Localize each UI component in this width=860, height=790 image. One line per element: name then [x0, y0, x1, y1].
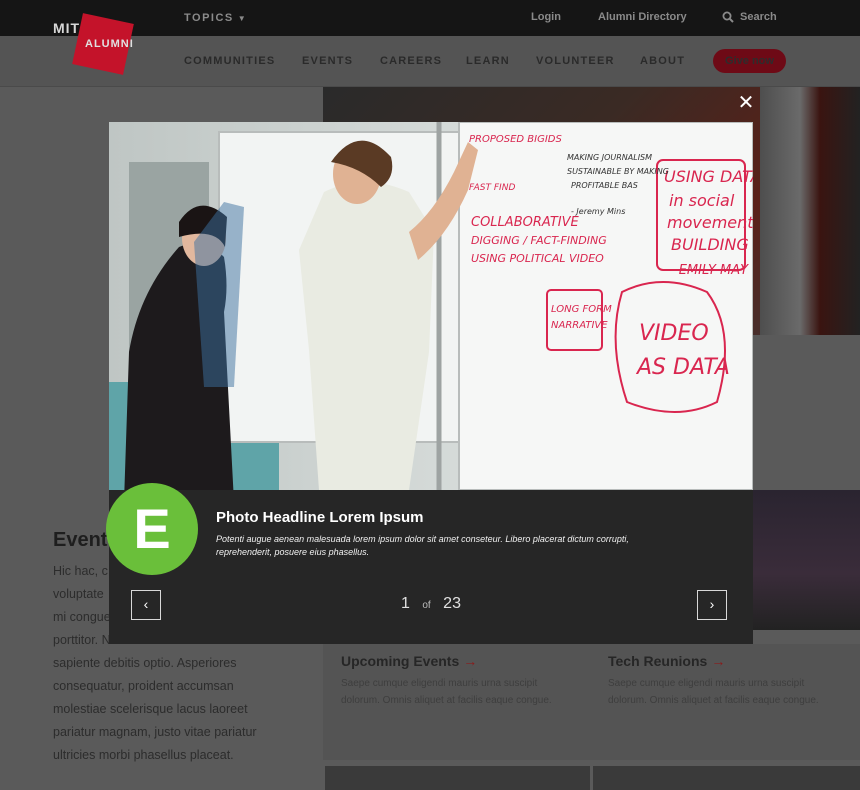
note-digging: DIGGING / FACT-FINDING — [471, 234, 607, 247]
nav-item-events[interactable]: EVENTS — [302, 55, 353, 67]
logo-alumni-text: ALUMNI — [85, 38, 134, 50]
tech-reunions-link[interactable]: Tech Reunions → — [608, 653, 725, 669]
total-photo-count: 23 — [443, 595, 461, 612]
note-jeremy: - Jeremy Mins — [571, 207, 625, 216]
tech-reunions-desc: Saepe cumque eligendi mauris urna suscip… — [608, 678, 819, 706]
topics-label: TOPICS — [184, 12, 234, 24]
nav-item-volunteer[interactable]: VOLUNTEER — [536, 55, 615, 67]
arrow-right-icon: → — [463, 653, 478, 669]
current-photo-number: 1 — [401, 595, 410, 612]
note-using-data: USING DATA — [664, 167, 753, 186]
upcoming-events-link[interactable]: Upcoming Events → — [341, 653, 477, 669]
upcoming-events-title: Upcoming Events — [341, 653, 460, 669]
photo-counter: 1 of 23 — [109, 595, 753, 613]
nav-item-communities[interactable]: COMMUNITIES — [184, 55, 275, 67]
upcoming-events-desc: Saepe cumque eligendi mauris urna suscip… — [341, 678, 552, 706]
background-bottom-image — [593, 766, 860, 790]
note-narrative: NARRATIVE — [551, 320, 608, 331]
background-hero-image-edge — [760, 87, 860, 335]
photo-headline: Photo Headline Lorem Ipsum — [216, 509, 424, 526]
note-fast-find: FAST FIND — [469, 183, 515, 193]
note-in-social: in social — [669, 191, 735, 210]
nav-item-about[interactable]: ABOUT — [640, 55, 685, 67]
background-card-image — [753, 490, 860, 630]
login-link[interactable]: Login — [531, 11, 561, 23]
note-movement: movement — [667, 213, 753, 232]
note-collaborative: COLLABORATIVE — [471, 215, 579, 230]
arrow-right-icon: → — [711, 653, 726, 669]
background-bottom-image — [325, 766, 590, 790]
give-now-button[interactable]: Give now — [713, 49, 786, 73]
counter-of-label: of — [422, 600, 431, 611]
note-emily-may: -EMILY MAY — [674, 263, 749, 278]
nav-item-careers[interactable]: CAREERS — [380, 55, 442, 67]
search-link[interactable]: Search — [740, 11, 777, 23]
note-long-form: LONG FORM — [551, 304, 612, 315]
note-profitable: PROFITABLE BAS — [571, 181, 638, 190]
note-proposed: PROPOSED BIGIDS — [469, 134, 563, 145]
photo-description: Potenti augue aenean malesuada lorem ips… — [216, 534, 629, 557]
note-sustainable: SUSTAINABLE BY MAKING — [567, 167, 669, 176]
photo-lightbox: PROPOSED BIGIDS FAST FIND COLLABORATIVE … — [109, 122, 753, 644]
alumni-directory-link[interactable]: Alumni Directory — [598, 11, 687, 23]
nav-item-learn[interactable]: LEARN — [466, 55, 510, 67]
tech-reunions-title: Tech Reunions — [608, 653, 708, 669]
search-icon[interactable] — [722, 11, 734, 23]
whiteboard-photo-illustration: PROPOSED BIGIDS FAST FIND COLLABORATIVE … — [109, 122, 753, 490]
lightbox-caption: Photo Headline Lorem Ipsum Potenti augue… — [109, 490, 753, 644]
note-as-data: AS DATA — [635, 355, 730, 380]
logo-mit-text: MIT — [53, 20, 81, 36]
lightbox-photo: PROPOSED BIGIDS FAST FIND COLLABORATIVE … — [109, 122, 753, 490]
note-political: USING POLITICAL VIDEO — [471, 252, 604, 265]
next-photo-button[interactable]: › — [697, 590, 727, 620]
mit-alumni-logo[interactable]: MIT ALUMNI — [53, 13, 135, 75]
note-building: BUILDING — [671, 235, 749, 254]
close-icon[interactable]: ✕ — [736, 93, 756, 113]
event-category-badge: E — [106, 483, 198, 575]
note-making-journalism: MAKING JOURNALISM — [567, 153, 652, 162]
chevron-down-icon: ▼ — [237, 14, 248, 23]
topics-menu[interactable]: TOPICS ▼ — [184, 12, 247, 24]
note-video: VIDEO — [639, 321, 709, 346]
